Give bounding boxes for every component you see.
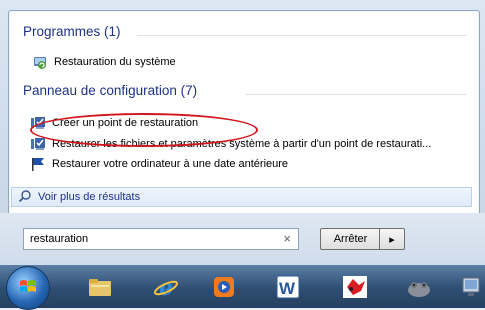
- taskbar: e W: [0, 265, 485, 310]
- ie-icon[interactable]: e: [146, 269, 186, 305]
- section-divider: [137, 35, 467, 36]
- word-icon[interactable]: W: [268, 269, 308, 305]
- result-label: Restauration du système: [54, 56, 176, 68]
- section-divider: [245, 94, 467, 95]
- control-panel-header[interactable]: Panneau de configuration (7): [23, 83, 197, 98]
- clear-search-icon[interactable]: ×: [283, 231, 291, 246]
- result-restore-computer[interactable]: Restaurer votre ordinateur à une date an…: [30, 155, 288, 173]
- see-more-results-link[interactable]: Voir plus de résultats: [11, 187, 472, 207]
- flag-icon: [30, 156, 46, 172]
- result-label: Restaurer votre ordinateur à une date an…: [52, 158, 289, 170]
- shutdown-options-button[interactable]: ▸: [379, 228, 405, 250]
- svg-text:e: e: [159, 275, 173, 300]
- shutdown-button[interactable]: Arrêter: [320, 228, 380, 250]
- paint-icon[interactable]: [332, 269, 378, 305]
- network-icon[interactable]: [458, 269, 484, 305]
- programs-header[interactable]: Programmes (1): [23, 24, 121, 39]
- search-field[interactable]: ×: [23, 228, 299, 250]
- shutdown-button-group: Arrêter ▸: [320, 228, 405, 250]
- folder-icon[interactable]: [80, 269, 120, 305]
- media-player-icon[interactable]: [206, 269, 242, 305]
- search-icon: [18, 189, 32, 206]
- shield-monitor-icon: [30, 136, 46, 152]
- hippo-icon[interactable]: [396, 269, 442, 305]
- windows-logo-icon[interactable]: [6, 266, 50, 310]
- see-more-label: Voir plus de résultats: [38, 191, 141, 203]
- search-input[interactable]: [24, 232, 272, 246]
- result-system-restore[interactable]: Restauration du système: [32, 53, 176, 71]
- highlight-ellipse: [30, 113, 258, 147]
- system-restore-icon: [32, 54, 48, 70]
- svg-text:W: W: [279, 279, 296, 298]
